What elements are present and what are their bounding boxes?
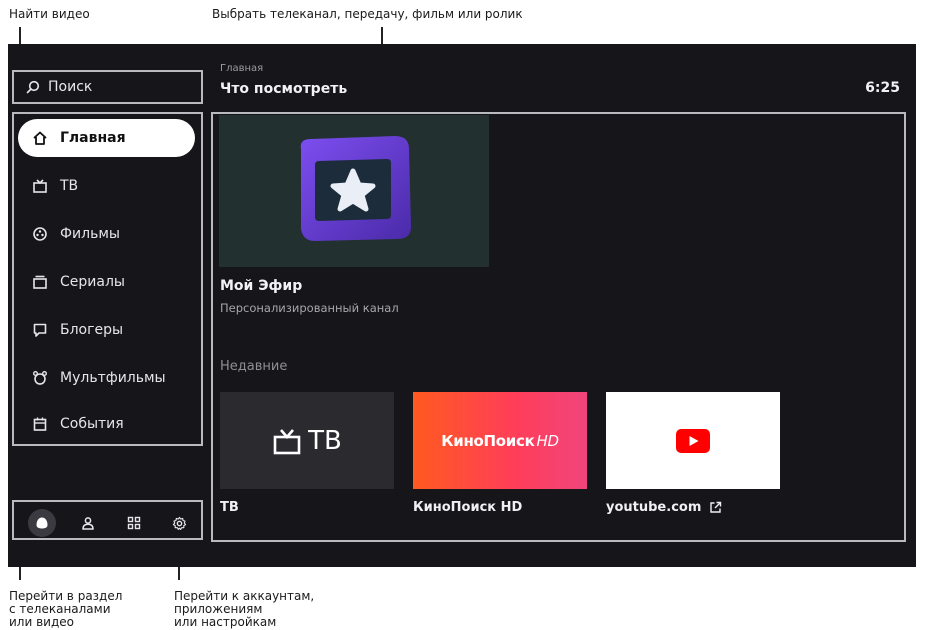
external-link-icon: [710, 501, 722, 513]
search-label: Поиск: [48, 79, 93, 95]
home-icon: [30, 130, 50, 146]
featured-title: Мой Эфир: [220, 278, 303, 294]
calendar-icon: [30, 416, 50, 432]
sidebar-item-cartoons[interactable]: Мультфильмы: [18, 359, 195, 397]
featured-card-moi-efir[interactable]: [219, 115, 489, 267]
tile-youtube[interactable]: [606, 392, 780, 489]
annotation-find-video: Найти видео: [9, 7, 90, 21]
sidebar-item-home[interactable]: Главная: [18, 119, 195, 157]
sidebar-item-label: Главная: [60, 130, 126, 146]
kinopoisk-logo: КиноПоиск HD: [441, 431, 559, 450]
alice-icon[interactable]: [28, 509, 56, 537]
annotation-section-line-3: или видео: [9, 615, 74, 629]
tile-kinopoisk[interactable]: КиноПоиск HD: [413, 392, 587, 489]
tile-tv-logo: ТВ: [308, 425, 342, 456]
kinopoisk-logo-hd: HD: [536, 431, 559, 450]
settings-gear-icon[interactable]: [165, 509, 193, 537]
sidebar-item-label: ТВ: [60, 178, 79, 194]
tile-youtube-label-wrap: youtube.com: [606, 500, 722, 515]
tv-icon: [273, 428, 301, 454]
bloggers-icon: [30, 322, 50, 338]
breadcrumb: Главная: [220, 63, 264, 74]
tile-tv[interactable]: ТВ: [220, 392, 394, 489]
bottom-icon-bar: [12, 500, 203, 540]
sidebar-item-bloggers[interactable]: Блогеры: [18, 311, 195, 349]
sidebar-item-label: События: [60, 416, 124, 432]
sidebar-item-films[interactable]: Фильмы: [18, 215, 195, 253]
sidebar-item-events[interactable]: События: [18, 405, 195, 443]
apps-grid-icon[interactable]: [120, 509, 148, 537]
search-icon: [26, 80, 40, 94]
moi-efir-logo: [300, 136, 411, 241]
tile-youtube-label: youtube.com: [606, 500, 702, 515]
tile-kinopoisk-label: КиноПоиск HD: [413, 500, 523, 515]
sidebar-item-series[interactable]: Сериалы: [18, 263, 195, 301]
page-title: Что посмотреть: [220, 81, 348, 97]
tv-screen: Поиск Главная ТВ Фильмы Сериалы Блогеры …: [8, 44, 916, 567]
clock: 6:25: [865, 80, 900, 96]
sidebar-item-label: Фильмы: [60, 226, 120, 242]
series-icon: [30, 274, 50, 290]
sidebar-item-tv[interactable]: ТВ: [18, 167, 195, 205]
cartoon-icon: [30, 370, 50, 386]
annotation-section: Перейти в раздел с телеканалами или виде…: [9, 590, 122, 629]
annotation-account-line-3: или настройкам: [174, 615, 277, 629]
featured-subtitle: Персонализированный канал: [220, 301, 399, 315]
sidebar-nav: Главная ТВ Фильмы Сериалы Блогеры Мультф…: [12, 112, 203, 446]
film-reel-icon: [30, 226, 50, 242]
search-button[interactable]: Поиск: [12, 70, 203, 104]
annotation-account: Перейти к аккаунтам, приложениям или нас…: [174, 590, 314, 629]
tile-tv-label: ТВ: [220, 500, 239, 515]
annotation-choose-content: Выбрать телеканал, передачу, фильм или р…: [212, 7, 523, 21]
kinopoisk-logo-text: КиноПоиск: [441, 431, 535, 450]
sidebar-item-label: Мультфильмы: [60, 370, 166, 386]
sidebar-item-label: Сериалы: [60, 274, 125, 290]
profile-icon[interactable]: [74, 509, 102, 537]
tv-icon: [30, 178, 50, 194]
sidebar-item-label: Блогеры: [60, 322, 124, 338]
youtube-play-icon: [676, 428, 710, 453]
recent-heading: Недавние: [220, 359, 288, 374]
